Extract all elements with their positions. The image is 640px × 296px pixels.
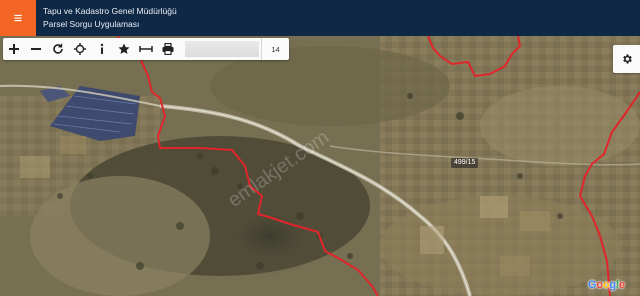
- settings-button[interactable]: [613, 45, 640, 73]
- gear-icon: [622, 54, 632, 64]
- print-icon: [162, 43, 174, 55]
- favorite-star-icon: [118, 43, 130, 54]
- menu-button[interactable]: ≡: [0, 0, 36, 36]
- print-button[interactable]: [157, 38, 179, 60]
- refresh-button[interactable]: [47, 38, 69, 60]
- hamburger-icon: ≡: [13, 9, 23, 27]
- zoom-in-icon: [9, 44, 19, 54]
- info-icon: [100, 43, 104, 54]
- favorite-button[interactable]: [113, 38, 135, 60]
- zoom-level-indicator: 14: [261, 38, 289, 60]
- app-subtitle: Parsel Sorgu Uygulaması: [43, 19, 140, 29]
- locate-button[interactable]: [69, 38, 91, 60]
- refresh-icon: [53, 43, 63, 54]
- satellite-map[interactable]: [0, 36, 640, 296]
- measure-button[interactable]: [135, 38, 157, 60]
- map-toolbar: 14: [3, 38, 289, 60]
- zoom-out-button[interactable]: [25, 38, 47, 60]
- measure-icon: [139, 46, 153, 52]
- locate-icon: [74, 43, 86, 55]
- map-canvas[interactable]: [0, 36, 640, 296]
- search-input[interactable]: [185, 41, 259, 57]
- info-button[interactable]: [91, 38, 113, 60]
- app-header: ≡ Tapu ve Kadastro Genel Müdürlüğü Parse…: [0, 0, 640, 36]
- google-logo: Google: [588, 279, 625, 291]
- zoom-in-button[interactable]: [3, 38, 25, 60]
- app-title: Tapu ve Kadastro Genel Müdürlüğü: [43, 6, 177, 16]
- parcel-label[interactable]: 499/15: [451, 158, 479, 168]
- zoom-out-icon: [31, 48, 41, 50]
